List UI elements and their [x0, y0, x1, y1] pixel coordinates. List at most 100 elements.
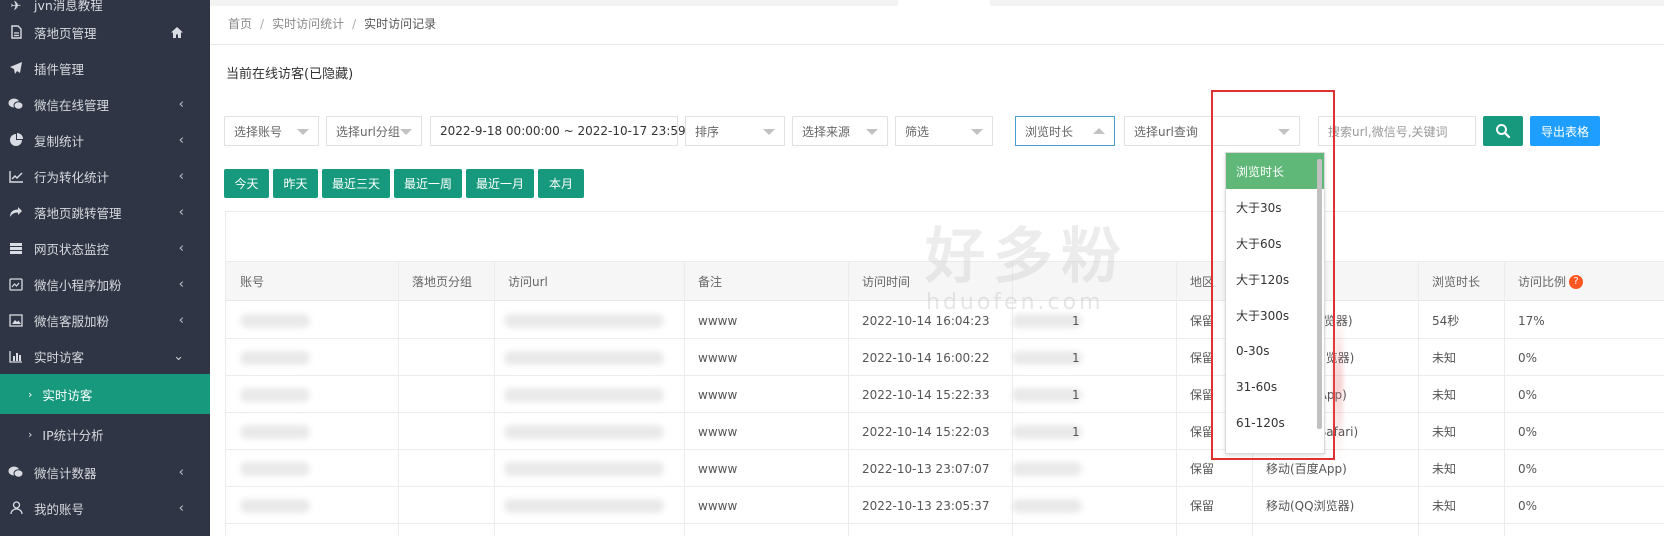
caret-down-icon	[1278, 129, 1290, 135]
sidebar-item-label: 复制统计	[34, 133, 85, 149]
search-input[interactable]: 搜索url,微信号,关键词	[1318, 116, 1476, 146]
line-chart-icon	[8, 168, 24, 184]
caret-down-icon	[400, 129, 412, 135]
redacted-cell	[240, 499, 310, 513]
account-select[interactable]: 选择账号	[224, 116, 319, 146]
table-cell-time: 2022-10-13 23:07:07	[862, 461, 990, 476]
url-group-select[interactable]: 选择url分组	[326, 116, 422, 146]
source-select[interactable]: 选择来源	[792, 116, 888, 146]
chevron-left-icon: ‹	[178, 204, 184, 220]
table-row: wwww2022-10-14 15:22:031保留移动(苹果Safari)未知…	[226, 413, 1664, 450]
share-icon	[8, 204, 24, 220]
table-cell-time: 2022-10-14 15:22:33	[862, 387, 990, 402]
sidebar-item-label: 插件管理	[34, 61, 85, 77]
sidebar-item-landing-page[interactable]: 落地页管理	[0, 14, 210, 50]
duration-option[interactable]: 大于60s	[1226, 225, 1324, 261]
table-cell-region: 保留	[1190, 499, 1215, 513]
duration-select-value: 浏览时长	[1025, 124, 1074, 139]
chevron-right-icon: ›	[28, 387, 33, 401]
quick-yesterday-button[interactable]: 昨天	[273, 169, 318, 198]
redaction-mark	[1333, 310, 1343, 460]
redacted-cell	[240, 425, 310, 439]
table-cell-duration: 未知	[1432, 425, 1457, 439]
redacted-cell	[504, 499, 664, 513]
main-content: 首页 / 实时访问统计 / 实时访问记录 当前在线访客(已隐藏) 选择账号 选择url分…	[210, 0, 1664, 536]
breadcrumb-home[interactable]: 首页	[228, 17, 252, 31]
chevron-left-icon: ‹	[178, 132, 184, 148]
chevron-left-icon: ‹	[178, 500, 184, 516]
quick-week-button[interactable]: 最近一周	[394, 169, 462, 198]
duration-select[interactable]: 浏览时长	[1015, 116, 1115, 146]
duration-option[interactable]: 浏览时长	[1226, 153, 1324, 189]
help-icon[interactable]: ?	[1569, 274, 1584, 289]
breadcrumb-separator: /	[260, 17, 265, 31]
quick-today-button[interactable]: 今天	[224, 169, 269, 198]
header-group: 落地页分组	[412, 275, 473, 289]
chevron-left-icon: ‹	[178, 240, 184, 256]
sidebar-item-conversion-stats[interactable]: 行为转化统计 ‹	[0, 158, 210, 194]
account-select-value: 选择账号	[234, 124, 283, 139]
table-cell-time: 2022-10-14 15:22:03	[862, 424, 990, 439]
sidebar-item-label: jvn消息教程	[34, 0, 103, 13]
quick-this-month-button[interactable]: 本月	[538, 169, 584, 198]
program-icon	[8, 276, 24, 292]
chevron-left-icon: ‹	[178, 312, 184, 328]
duration-option[interactable]: 61-120s	[1226, 405, 1324, 441]
sidebar-item-monitor[interactable]: 网页状态监控 ‹	[0, 230, 210, 266]
sidebar-item-label: 行为转化统计	[34, 169, 110, 185]
sidebar-item-label: 微信计数器	[34, 465, 97, 481]
sort-select[interactable]: 排序	[685, 116, 785, 146]
caret-down-icon	[866, 129, 878, 135]
sidebar-item-label: 微信客服加粉	[34, 313, 110, 329]
url-query-select[interactable]: 选择url查询	[1124, 116, 1300, 146]
caret-up-icon	[1093, 128, 1105, 134]
table-cell-ip: 1	[1072, 350, 1080, 365]
quick-3days-button[interactable]: 最近三天	[322, 169, 390, 198]
dropdown-scrollbar[interactable]	[1317, 159, 1322, 429]
duration-option[interactable]: 大于30s	[1226, 189, 1324, 225]
table-cell-ratio: 17%	[1518, 313, 1545, 328]
table-cell-note: wwww	[698, 313, 738, 328]
sidebar-item-wechat-online[interactable]: 微信在线管理 ‹	[0, 86, 210, 122]
pie-icon	[8, 132, 24, 148]
home-icon[interactable]	[170, 14, 184, 50]
duration-option[interactable]: 31-60s	[1226, 369, 1324, 405]
file-icon	[8, 24, 24, 40]
table-row: wwww2022-10-14 16:00:221保留移动(QQ浏览器)未知0%	[226, 339, 1664, 376]
divider	[210, 44, 1664, 45]
sidebar-item-redirect[interactable]: 落地页跳转管理 ‹	[0, 194, 210, 230]
sidebar-item-plugins[interactable]: 插件管理	[0, 50, 210, 86]
send-icon	[8, 60, 24, 76]
redacted-cell	[240, 388, 310, 402]
breadcrumb-stats[interactable]: 实时访问统计	[272, 17, 344, 31]
sidebar-subitem-realtime-visitors[interactable]: › 实时访客	[0, 374, 210, 414]
sidebar-item-my-account[interactable]: 我的账号 ‹	[0, 490, 210, 526]
sidebar-subitem-label: IP统计分析	[42, 427, 104, 443]
duration-option[interactable]: 大于120s	[1226, 261, 1324, 297]
table-cell-note: wwww	[698, 461, 738, 476]
quick-month-button[interactable]: 最近一月	[466, 169, 534, 198]
duration-option[interactable]: 0-30s	[1226, 333, 1324, 369]
sidebar-item-tutorial[interactable]: ✈ jvn消息教程	[0, 0, 210, 14]
duration-option[interactable]: 大于300s	[1226, 297, 1324, 333]
redacted-cell	[240, 314, 310, 328]
sidebar-item-realtime-visitors[interactable]: 实时访客 ⌄	[0, 338, 210, 374]
redacted-cell	[504, 388, 664, 402]
table-cell-duration: 未知	[1432, 388, 1457, 402]
search-button[interactable]	[1483, 116, 1523, 146]
watermark: 好多粉	[925, 222, 1129, 292]
table-cell-note: wwww	[698, 387, 738, 402]
sidebar-item-customer-service[interactable]: 微信客服加粉 ‹	[0, 302, 210, 338]
sort-select-value: 排序	[695, 124, 720, 139]
export-button[interactable]: 导出表格	[1530, 116, 1600, 146]
sidebar-item-mini-program[interactable]: 微信小程序加粉 ‹	[0, 266, 210, 302]
filter-select[interactable]: 筛选	[895, 116, 993, 146]
sidebar-item-copy-stats[interactable]: 复制统计 ‹	[0, 122, 210, 158]
sidebar-item-wechat-counter[interactable]: 微信计数器 ‹	[0, 454, 210, 490]
table-cell-duration: 54秒	[1432, 314, 1460, 328]
person-icon: ✈	[10, 0, 22, 14]
date-range-input[interactable]: 2022-9-18 00:00:00 ~ 2022-10-17 23:59:59	[430, 116, 705, 146]
sidebar-subitem-ip-analysis[interactable]: › IP统计分析	[0, 414, 210, 454]
caret-down-icon	[297, 129, 309, 135]
redacted-cell	[240, 462, 310, 476]
